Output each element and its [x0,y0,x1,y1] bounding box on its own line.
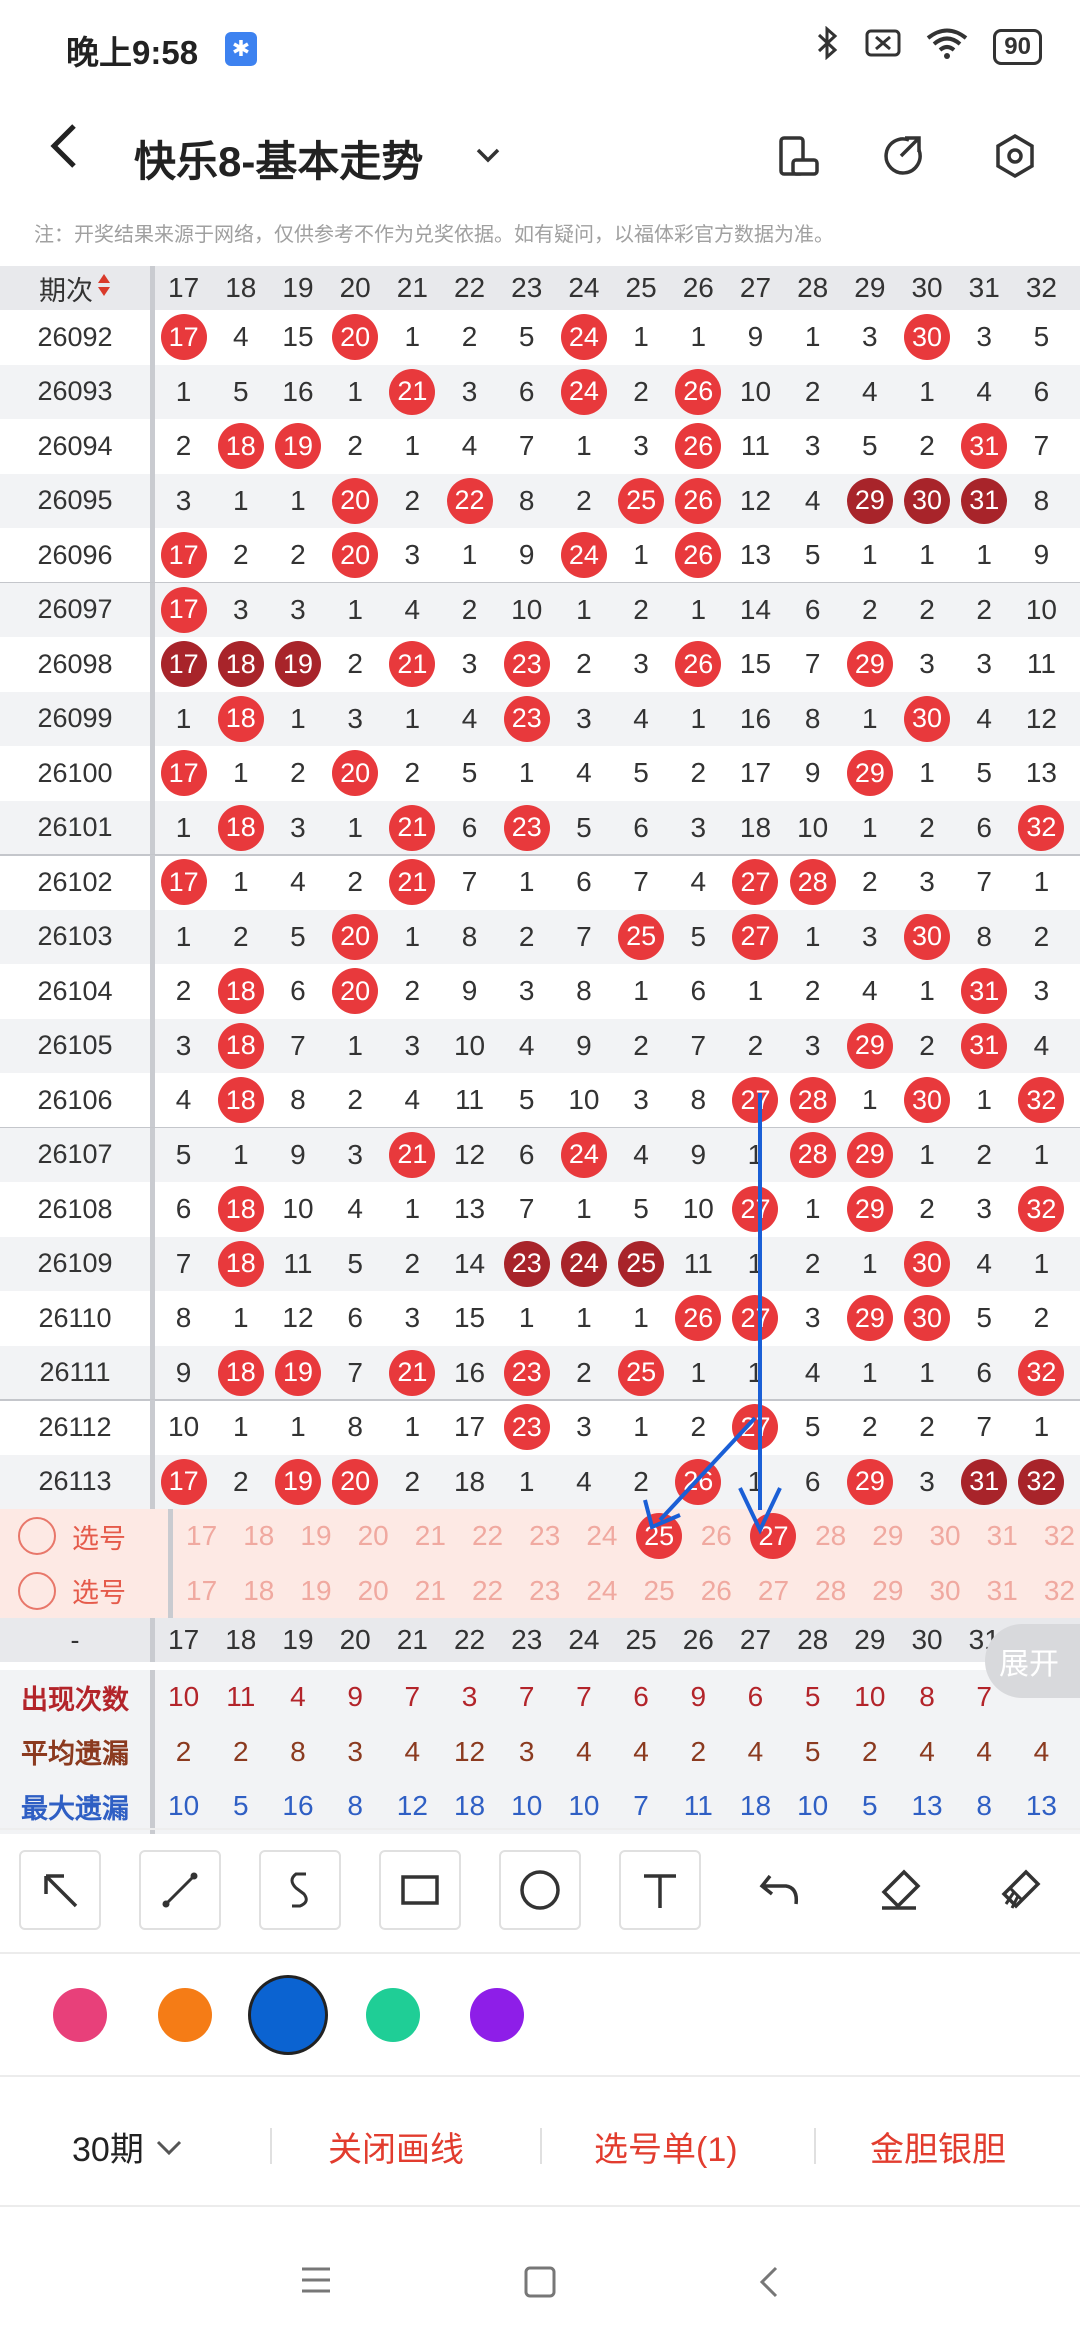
clear-tool-button[interactable] [979,1850,1061,1930]
chevron-down-icon [156,2140,181,2155]
line-tool-button[interactable] [139,1850,221,1930]
square-home-icon [524,2266,556,2298]
bottom-action-bar: 30期 关闭画线 选号单(1) 金胆银胆 [0,2090,1080,2200]
close-draw-button[interactable]: 关闭画线 [328,2122,464,2171]
circle-icon [520,1870,560,1910]
brush-clear-icon [1001,1869,1041,1909]
bar-divider [814,2128,816,2164]
menu-nav-button[interactable] [296,2264,336,2301]
drawn-arrow-diagonal [658,1416,757,1522]
eraser-tool-button[interactable] [859,1850,941,1930]
home-nav-button[interactable] [520,2262,560,2307]
back-nav-button[interactable] [750,2262,790,2307]
rect-tool-button[interactable] [379,1850,461,1930]
color-swatch[interactable] [366,1988,420,2042]
curve-icon [290,1872,308,1908]
system-nav-bar [0,2220,1080,2340]
menu-icon [302,2267,330,2293]
arrow-tool-button[interactable] [19,1850,101,1930]
period-select-label: 30期 [72,2131,144,2169]
gold-silver-button[interactable]: 金胆银胆 [870,2122,1006,2171]
line-icon [162,1872,198,1908]
arrow-icon [44,1874,78,1908]
color-swatch-selected[interactable] [251,1978,325,2052]
text-icon [644,1874,676,1908]
eraser-icon [881,1869,921,1910]
bar-divider [270,2128,272,2164]
undo-tool-button[interactable] [739,1850,821,1930]
undo-icon [759,1874,799,1905]
text-tool-button[interactable] [619,1850,701,1930]
back-triangle-icon [759,2266,778,2298]
draw-toolbar [0,1830,1080,1950]
bar-divider [540,2128,542,2164]
color-palette [0,1960,1080,2070]
curve-tool-button[interactable] [259,1850,341,1930]
rectangle-icon [401,1875,439,1905]
circle-tool-button[interactable] [499,1850,581,1930]
pick-list-button[interactable]: 选号单(1) [594,2122,738,2171]
color-swatch[interactable] [158,1988,212,2042]
color-swatch[interactable] [53,1988,107,2042]
period-select[interactable]: 30期 [72,2122,186,2171]
color-swatch[interactable] [470,1988,524,2042]
